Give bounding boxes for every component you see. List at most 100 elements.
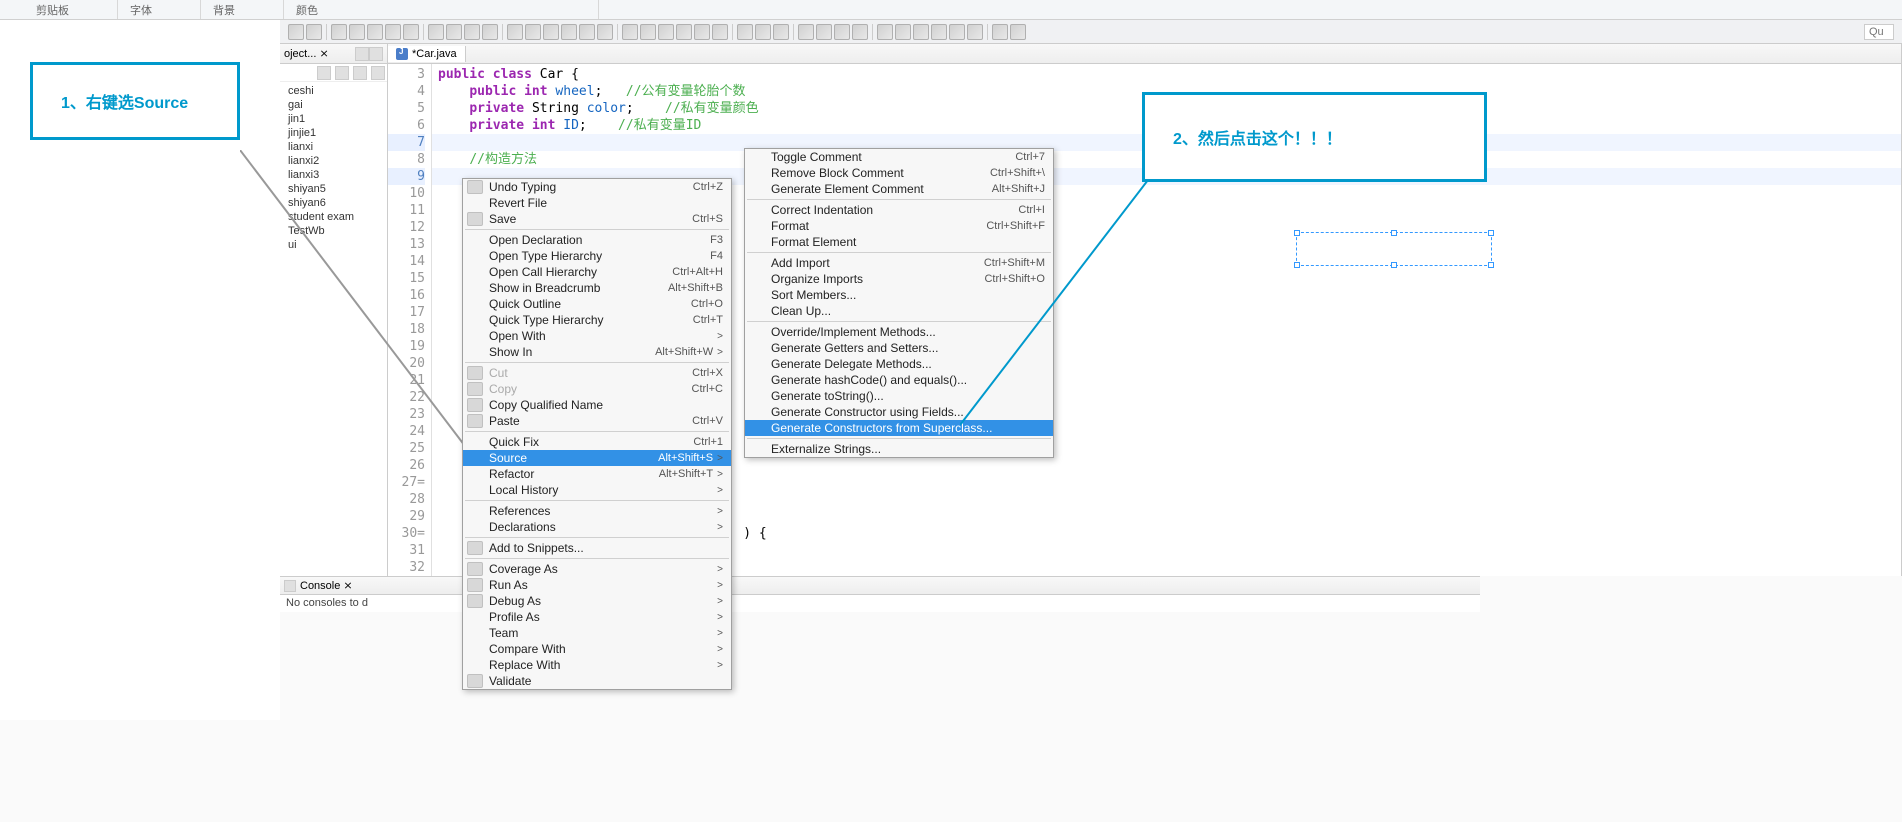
project-item[interactable]: lianxi xyxy=(280,140,387,154)
menu-item[interactable]: Open Type HierarchyF4 xyxy=(463,248,731,264)
menu-item[interactable]: Add ImportCtrl+Shift+M xyxy=(745,255,1053,271)
menu-item[interactable]: CopyCtrl+C xyxy=(463,381,731,397)
menu-item[interactable]: FormatCtrl+Shift+F xyxy=(745,218,1053,234)
menu-item[interactable]: RefactorAlt+Shift+T> xyxy=(463,466,731,482)
menu-item[interactable]: PasteCtrl+V xyxy=(463,413,731,429)
tb-icon[interactable] xyxy=(331,24,347,40)
menu-item[interactable]: References> xyxy=(463,503,731,519)
console-tab[interactable]: Console ⨯ xyxy=(280,577,1480,595)
ribbon-clipboard[interactable]: 剪贴板 xyxy=(24,0,118,19)
tb-icon[interactable] xyxy=(306,24,322,40)
tb-icon[interactable] xyxy=(288,24,304,40)
filter-icon[interactable] xyxy=(353,66,367,80)
menu-item[interactable]: Replace With> xyxy=(463,657,731,673)
tb-icon[interactable] xyxy=(895,24,911,40)
tb-icon[interactable] xyxy=(385,24,401,40)
menu-item[interactable]: Compare With> xyxy=(463,641,731,657)
menu-item[interactable]: Validate xyxy=(463,673,731,689)
menu-item[interactable]: Undo TypingCtrl+Z xyxy=(463,179,731,195)
menu-item[interactable]: Override/Implement Methods... xyxy=(745,324,1053,340)
tb-icon[interactable] xyxy=(694,24,710,40)
tb-icon[interactable] xyxy=(597,24,613,40)
tb-icon[interactable] xyxy=(834,24,850,40)
menu-item[interactable]: Generate Delegate Methods... xyxy=(745,356,1053,372)
tb-icon[interactable] xyxy=(913,24,929,40)
tb-icon[interactable] xyxy=(507,24,523,40)
tb-icon[interactable] xyxy=(525,24,541,40)
ribbon-color[interactable]: 颜色 xyxy=(284,0,599,19)
project-item[interactable]: jin1 xyxy=(280,112,387,126)
menu-item[interactable]: Generate Getters and Setters... xyxy=(745,340,1053,356)
tb-icon[interactable] xyxy=(712,24,728,40)
menu-item[interactable]: Show InAlt+Shift+W> xyxy=(463,344,731,360)
tb-icon[interactable] xyxy=(579,24,595,40)
tb-icon[interactable] xyxy=(464,24,480,40)
ribbon-background[interactable]: 背景 xyxy=(201,0,284,19)
menu-item[interactable]: Externalize Strings... xyxy=(745,441,1053,457)
menu-item[interactable]: Profile As> xyxy=(463,609,731,625)
menu-item[interactable]: Local History> xyxy=(463,482,731,498)
maximize-icon[interactable] xyxy=(369,47,383,61)
tb-icon[interactable] xyxy=(737,24,753,40)
tb-icon[interactable] xyxy=(931,24,947,40)
menu-item[interactable]: Debug As> xyxy=(463,593,731,609)
tb-icon[interactable] xyxy=(798,24,814,40)
tb-icon[interactable] xyxy=(676,24,692,40)
minimize-icon[interactable] xyxy=(355,47,369,61)
tb-icon[interactable] xyxy=(658,24,674,40)
menu-item[interactable]: Coverage As> xyxy=(463,561,731,577)
tb-icon[interactable] xyxy=(446,24,462,40)
tb-icon[interactable] xyxy=(349,24,365,40)
menu-item[interactable]: Quick Type HierarchyCtrl+T xyxy=(463,312,731,328)
menu-item[interactable]: Organize ImportsCtrl+Shift+O xyxy=(745,271,1053,287)
project-item[interactable]: lianxi3 xyxy=(280,168,387,182)
menu-item[interactable]: Add to Snippets... xyxy=(463,540,731,556)
menu-item[interactable]: Sort Members... xyxy=(745,287,1053,303)
menu-icon[interactable] xyxy=(371,66,385,80)
menu-item[interactable]: Format Element xyxy=(745,234,1053,250)
menu-item[interactable]: SourceAlt+Shift+S> xyxy=(463,450,731,466)
project-item[interactable]: lianxi2 xyxy=(280,154,387,168)
tb-icon[interactable] xyxy=(967,24,983,40)
menu-item[interactable]: Quick FixCtrl+1 xyxy=(463,434,731,450)
tb-icon[interactable] xyxy=(482,24,498,40)
menu-item[interactable]: Generate hashCode() and equals()... xyxy=(745,372,1053,388)
tb-icon[interactable] xyxy=(367,24,383,40)
toolbar-search[interactable] xyxy=(1864,24,1894,40)
project-item[interactable]: TestWb xyxy=(280,224,387,238)
menu-item[interactable]: Team> xyxy=(463,625,731,641)
menu-item[interactable]: Remove Block CommentCtrl+Shift+\ xyxy=(745,165,1053,181)
menu-item[interactable]: Generate toString()... xyxy=(745,388,1053,404)
tb-icon[interactable] xyxy=(816,24,832,40)
tb-icon[interactable] xyxy=(428,24,444,40)
tb-icon[interactable] xyxy=(773,24,789,40)
project-item[interactable]: gai xyxy=(280,98,387,112)
tb-icon[interactable] xyxy=(877,24,893,40)
tb-icon[interactable] xyxy=(852,24,868,40)
context-menu-source[interactable]: Toggle CommentCtrl+7Remove Block Comment… xyxy=(744,148,1054,458)
tb-icon[interactable] xyxy=(561,24,577,40)
tb-icon[interactable] xyxy=(640,24,656,40)
context-menu-main[interactable]: Undo TypingCtrl+ZRevert FileSaveCtrl+SOp… xyxy=(462,178,732,690)
menu-item[interactable]: Toggle CommentCtrl+7 xyxy=(745,149,1053,165)
menu-item[interactable]: Copy Qualified Name xyxy=(463,397,731,413)
project-item[interactable]: shiyan5 xyxy=(280,182,387,196)
menu-item[interactable]: Run As> xyxy=(463,577,731,593)
tb-icon[interactable] xyxy=(622,24,638,40)
tb-icon[interactable] xyxy=(755,24,771,40)
ribbon-font[interactable]: 字体 xyxy=(118,0,201,19)
menu-item[interactable]: Correct IndentationCtrl+I xyxy=(745,202,1053,218)
menu-item[interactable]: Open DeclarationF3 xyxy=(463,232,731,248)
menu-item[interactable]: Show in BreadcrumbAlt+Shift+B xyxy=(463,280,731,296)
menu-item[interactable]: Generate Constructors from Superclass... xyxy=(745,420,1053,436)
menu-item[interactable]: Generate Element CommentAlt+Shift+J xyxy=(745,181,1053,197)
tb-icon[interactable] xyxy=(543,24,559,40)
project-item[interactable]: student exam xyxy=(280,210,387,224)
project-item[interactable]: shiyan6 xyxy=(280,196,387,210)
tb-icon[interactable] xyxy=(403,24,419,40)
project-item[interactable]: jinjie1 xyxy=(280,126,387,140)
collapse-icon[interactable] xyxy=(317,66,331,80)
menu-item[interactable]: Open With> xyxy=(463,328,731,344)
tb-icon[interactable] xyxy=(992,24,1008,40)
menu-item[interactable]: SaveCtrl+S xyxy=(463,211,731,227)
